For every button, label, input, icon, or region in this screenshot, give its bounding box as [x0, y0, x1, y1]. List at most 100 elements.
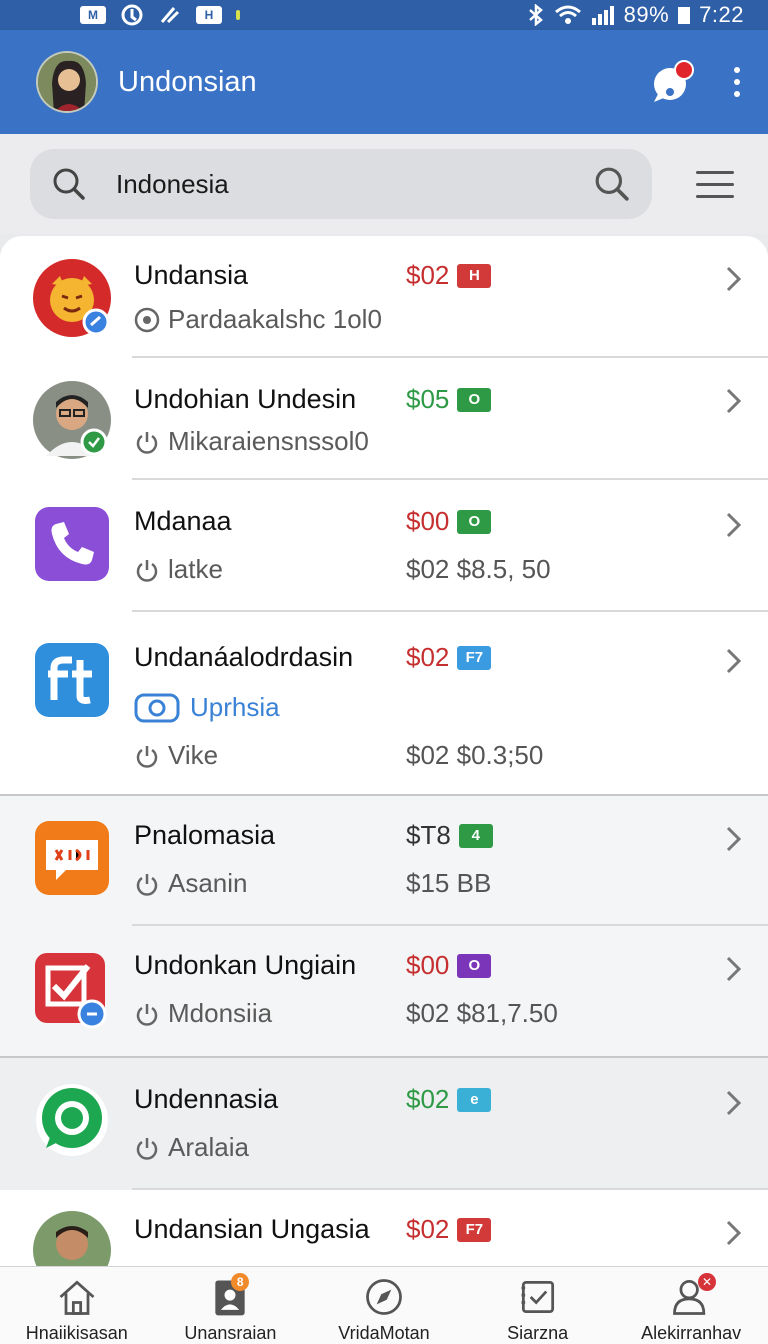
power-icon [136, 1003, 158, 1026]
search-row: Indonesia [0, 134, 768, 234]
list-item[interactable]: Mdanaa $00 O latke $02 $8.5, 50 [0, 480, 768, 612]
item-amount: $02 $81,7.50 [406, 998, 558, 1028]
item-name: Undansian Ungasia [134, 1214, 370, 1244]
battery-percent: 89% [623, 2, 670, 27]
item-name: Undennasia [134, 1084, 279, 1114]
ft-app-icon [32, 640, 112, 720]
power-icon [136, 745, 158, 768]
chat-bubble-app-icon [32, 818, 112, 898]
home-icon [59, 1280, 95, 1315]
nav-tasks[interactable]: Siarzna [461, 1267, 615, 1344]
brush-icon [160, 7, 180, 24]
item-price: $T8 4 [406, 820, 493, 851]
power-icon [136, 431, 158, 454]
battery-icon [678, 7, 691, 24]
item-tag: O [457, 509, 492, 534]
chevron-right-icon [726, 512, 742, 538]
item-price: $02 F7 [406, 1214, 492, 1245]
search-submit-icon[interactable] [594, 166, 630, 202]
avatar[interactable] [36, 51, 98, 113]
chevron-right-icon [726, 266, 742, 292]
item-name: Undansia [134, 260, 249, 290]
search-input[interactable]: Indonesia [30, 149, 652, 219]
list-item[interactable]: Undennasia $02 e Aralaia [0, 1058, 768, 1190]
item-name: Undohian Undesin [134, 384, 357, 414]
item-name: Undanáalodrdasin [134, 642, 354, 672]
wifi-icon [554, 5, 581, 24]
chevron-right-icon [726, 826, 742, 852]
man-avatar-icon [32, 380, 112, 460]
nav-label: Alekirranhav [641, 1323, 742, 1343]
item-name: Pnalomasia [134, 820, 276, 850]
item-price: $02 e [406, 1084, 492, 1115]
search-value: Indonesia [116, 168, 229, 199]
checklist-icon [521, 1280, 554, 1314]
chevron-right-icon [726, 388, 742, 414]
radio-icon [134, 307, 160, 332]
item-tag: F7 [457, 1217, 492, 1242]
list-item[interactable]: Undanáalodrdasin $02 F7 Uprhsia Vike $02 … [0, 612, 768, 796]
nav-profile[interactable]: ✕ Alekirranhav [614, 1267, 768, 1344]
power-icon [136, 1137, 158, 1160]
bluetooth-icon [528, 4, 543, 26]
list-item[interactable]: Undansian Ungasia $02 F7 [0, 1190, 768, 1266]
item-link[interactable]: Uprhsia [134, 692, 280, 723]
item-subtitle: Asanin [134, 868, 248, 899]
compass-icon [366, 1279, 402, 1315]
lion-app-icon [32, 258, 112, 338]
list-item[interactable]: Undonkan Ungiain $00 O Mdonsiia $02 $81,7… [0, 926, 768, 1058]
app-title: Undonsian [118, 65, 257, 98]
nav-label: Siarzna [507, 1323, 569, 1343]
item-subtitle: Mikaraiensnssol0 [134, 426, 369, 457]
nav-label: VridaMotan [338, 1323, 430, 1343]
item-subtitle: Mdonsiia [134, 998, 272, 1029]
man-avatar-icon [32, 1210, 112, 1266]
notification-badge [674, 60, 694, 80]
phone-app-icon [32, 504, 112, 584]
checkbox-app-icon [32, 950, 112, 1030]
chevron-right-icon [726, 956, 742, 982]
item-subtitle: Vike [134, 740, 218, 771]
nav-label: Unansraian [184, 1323, 277, 1343]
signal-sync-icon [121, 4, 143, 26]
item-price: $00 O [406, 506, 492, 537]
nav-contacts[interactable]: 8 Unansraian [154, 1267, 308, 1344]
list-item[interactable]: Undansia $02 H Pardaakalshc 1ol0 [0, 236, 768, 358]
item-price: $05 O [406, 384, 492, 415]
item-tag: H [457, 263, 492, 288]
item-subtitle: Pardaakalshc 1ol0 [134, 304, 382, 335]
bottom-navigation: Hnaiikisasan 8 Unansraian VridaMotan Sia… [0, 1266, 768, 1344]
nav-badge: ✕ [697, 1273, 716, 1291]
item-price: $02 F7 [406, 642, 492, 673]
item-name: Mdanaa [134, 506, 232, 536]
nav-explore[interactable]: VridaMotan [307, 1267, 461, 1344]
item-tag: 4 [458, 823, 493, 848]
dot-indicator [236, 10, 240, 20]
chevron-right-icon [726, 1220, 742, 1246]
item-amount: $02 $0.3;50 [406, 740, 544, 770]
item-price: $02 H [406, 260, 492, 291]
app-notification-icon: H [196, 6, 222, 24]
search-icon [53, 168, 85, 200]
item-tag: F7 [457, 645, 492, 670]
item-subtitle: latke [134, 554, 223, 585]
hamburger-menu-button[interactable] [692, 165, 738, 204]
item-tag: e [457, 1087, 492, 1112]
power-icon [136, 559, 158, 582]
nav-label: Hnaiikisasan [25, 1323, 128, 1343]
item-subtitle: Aralaia [134, 1132, 249, 1163]
item-tag: O [457, 953, 492, 978]
power-icon [136, 873, 158, 896]
app-bar: Undonsian [0, 30, 768, 134]
nav-home[interactable]: Hnaiikisasan [0, 1267, 154, 1344]
mail-notification-icon: M [80, 6, 106, 24]
item-price: $00 O [406, 950, 492, 981]
clock: 7:22 [699, 2, 744, 27]
list-item[interactable]: Undohian Undesin $05 O Mikaraiensnssol0 [0, 358, 768, 480]
notifications-button[interactable] [650, 60, 694, 104]
cell-signal-icon [591, 6, 614, 25]
more-options-button[interactable] [726, 61, 748, 103]
list-item[interactable]: Pnalomasia $T8 4 Asanin $15 BB [0, 796, 768, 926]
item-name: Undonkan Ungiain [134, 950, 357, 980]
chevron-right-icon [726, 648, 742, 674]
